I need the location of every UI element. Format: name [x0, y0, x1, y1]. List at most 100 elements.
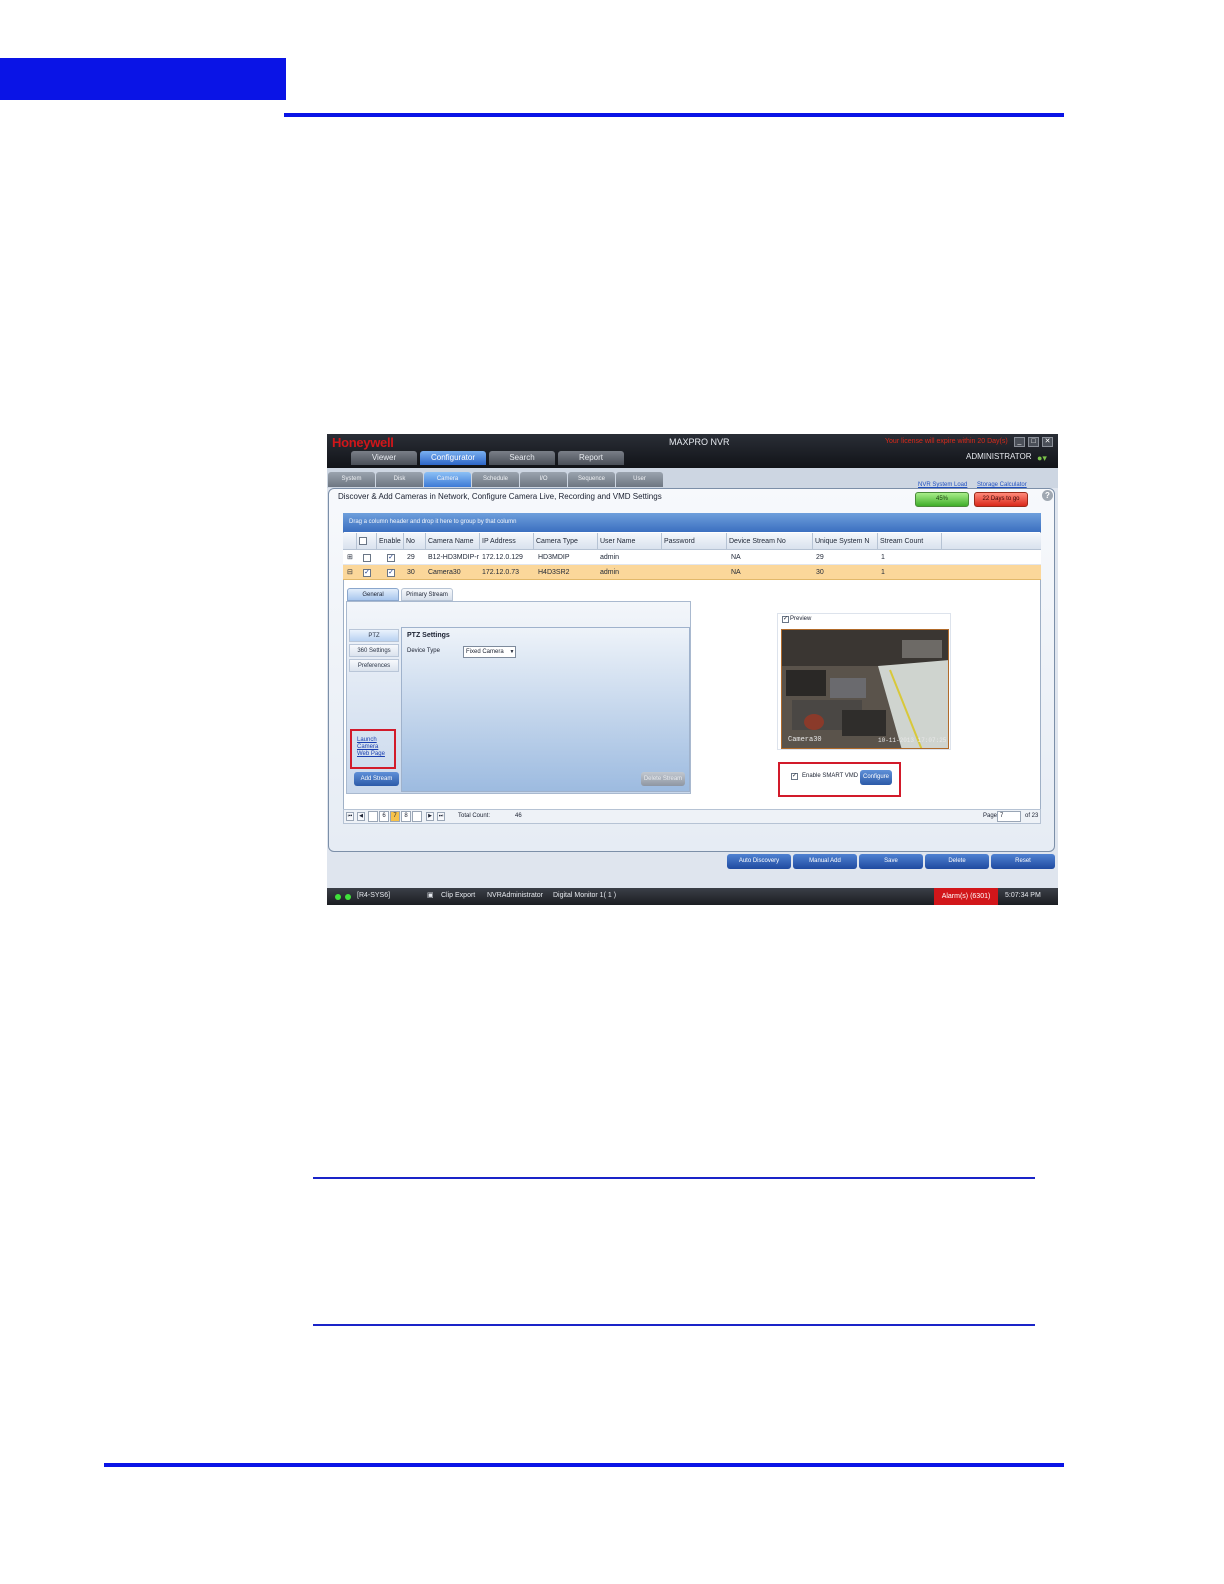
col-select[interactable] [357, 533, 377, 550]
page-blank[interactable] [368, 811, 378, 822]
col-no[interactable]: No [404, 533, 426, 550]
subtab-camera[interactable]: Camera [424, 472, 471, 487]
cell-no: 29 [407, 554, 415, 561]
enable-vmd-label: Enable SMART VMD [802, 773, 859, 779]
page-number[interactable]: 6 [379, 811, 389, 822]
chapter-tab [0, 58, 286, 100]
enable-vmd-checkbox[interactable]: ✓ [791, 773, 798, 780]
note-top-rule [313, 1177, 1035, 1179]
subtab-user[interactable]: User [616, 472, 663, 487]
tab-configurator[interactable]: Configurator [420, 451, 486, 465]
cell-unique: 30 [816, 569, 824, 576]
expand-icon[interactable]: ⊟ [347, 565, 353, 580]
nvr-load-bar: 45% [915, 492, 969, 507]
footer-rule [104, 1463, 1064, 1467]
cell-user: admin [600, 554, 620, 561]
clip-export-label[interactable]: Clip Export [441, 892, 475, 899]
nav-360-settings[interactable]: 360 Settings [349, 644, 399, 657]
delete-stream-button[interactable]: Delete Stream [641, 772, 685, 786]
ptz-settings-title: PTZ Settings [407, 632, 450, 639]
launch-camera-web-page-link[interactable]: Launch Camera Web Page [357, 737, 385, 758]
device-type-label: Device Type [407, 648, 440, 654]
header-rule [284, 113, 1064, 117]
row-enable-checkbox[interactable]: ✓ [387, 554, 395, 562]
nav-preferences[interactable]: Preferences [349, 659, 399, 672]
tab-report[interactable]: Report [558, 451, 624, 465]
preview-label: Preview [790, 616, 812, 622]
configure-button[interactable]: Configure [860, 770, 892, 785]
save-button[interactable]: Save [859, 854, 923, 869]
subtab-io[interactable]: I/O [520, 472, 567, 487]
col-user-name[interactable]: User Name [598, 533, 662, 550]
select-all-checkbox[interactable] [359, 537, 367, 546]
page-blank[interactable] [412, 811, 422, 822]
tab-viewer[interactable]: Viewer [351, 451, 417, 465]
users-icon[interactable]: ●▾ [1037, 453, 1047, 463]
cell-camera-name: Camera30 [428, 569, 461, 576]
tab-search[interactable]: Search [489, 451, 555, 465]
current-user[interactable]: ADMINISTRATOR [966, 452, 1031, 461]
status-led-icon [345, 894, 351, 900]
subtab-system[interactable]: System [328, 472, 375, 487]
page-number-current[interactable]: 7 [390, 811, 400, 822]
close-icon[interactable]: ✕ [1042, 437, 1053, 447]
last-page-icon[interactable]: ⏭ [437, 812, 445, 821]
page-number[interactable]: 8 [401, 811, 411, 822]
license-message: Your license will expire within 20 Day(s… [885, 438, 1008, 445]
alarm-indicator[interactable]: Alarm(s) (6301) [934, 888, 998, 905]
page-input[interactable]: 7 [997, 811, 1021, 822]
subtab-schedule[interactable]: Schedule [472, 472, 519, 487]
col-camera-name[interactable]: Camera Name [426, 533, 480, 550]
tab-primary-stream[interactable]: Primary Stream [401, 588, 453, 601]
nvr-load-link[interactable]: NVR System Load [918, 482, 967, 488]
next-page-icon[interactable]: ▶ [426, 812, 434, 821]
prev-page-icon[interactable]: ◀ [357, 812, 365, 821]
storage-calculator-link[interactable]: Storage Calculator [977, 482, 1027, 488]
add-stream-button[interactable]: Add Stream [354, 772, 399, 786]
col-stream-count[interactable]: Stream Count [878, 533, 942, 550]
row-select-checkbox[interactable]: ✓ [363, 569, 371, 577]
reset-button[interactable]: Reset [991, 854, 1055, 869]
ptz-settings-box [401, 627, 690, 792]
clip-export-icon[interactable]: ▣ [427, 891, 434, 899]
digital-monitor[interactable]: Digital Monitor 1( 1 ) [553, 892, 616, 899]
auto-discovery-button[interactable]: Auto Discovery [727, 854, 791, 869]
expand-icon[interactable]: ⊞ [347, 550, 353, 565]
manual-add-button[interactable]: Manual Add [793, 854, 857, 869]
tab-general[interactable]: General [347, 588, 399, 601]
camera-scene-image [782, 630, 948, 748]
page-label: Page [983, 813, 998, 819]
help-icon[interactable]: ? [1042, 490, 1053, 501]
launch-line[interactable]: Camera [357, 744, 385, 751]
group-by-area[interactable]: Drag a column header and drop it here to… [343, 513, 1041, 532]
col-enable[interactable]: Enable [377, 533, 404, 550]
cell-type: HD3MDIP [538, 554, 570, 561]
row-enable-checkbox[interactable]: ✓ [387, 569, 395, 577]
delete-button[interactable]: Delete [925, 854, 989, 869]
app-title: MAXPRO NVR [669, 437, 730, 447]
total-count-value: 46 [515, 813, 522, 819]
minimize-icon[interactable]: _ [1014, 437, 1025, 447]
col-expand [343, 533, 357, 550]
subtab-sequence[interactable]: Sequence [568, 472, 615, 487]
col-device-stream-no[interactable]: Device Stream No [727, 533, 813, 550]
col-unique-system-no[interactable]: Unique System N [813, 533, 878, 550]
launch-line[interactable]: Web Page [357, 751, 385, 758]
launch-line[interactable]: Launch [357, 737, 385, 744]
col-camera-type[interactable]: Camera Type [534, 533, 598, 550]
clock: 5:07:34 PM [1005, 892, 1041, 899]
col-ip-address[interactable]: IP Address [480, 533, 534, 550]
preview-checkbox[interactable]: ✓ [782, 616, 789, 623]
chevron-down-icon[interactable]: ▼ [508, 646, 516, 658]
station-name: [R4-SYS6] [357, 892, 391, 899]
subtab-disk[interactable]: Disk [376, 472, 423, 487]
nav-ptz[interactable]: PTZ [349, 629, 399, 642]
row-select-checkbox[interactable] [363, 554, 371, 562]
maximize-icon[interactable]: □ [1028, 437, 1039, 447]
first-page-icon[interactable]: ⏮ [346, 812, 354, 821]
cell-no: 30 [407, 569, 415, 576]
video-timestamp: 10-11-2013 17:07:25 [878, 737, 947, 744]
honeywell-logo: Honeywell [332, 435, 394, 450]
col-password[interactable]: Password [662, 533, 727, 550]
grid-pager [343, 809, 1041, 824]
